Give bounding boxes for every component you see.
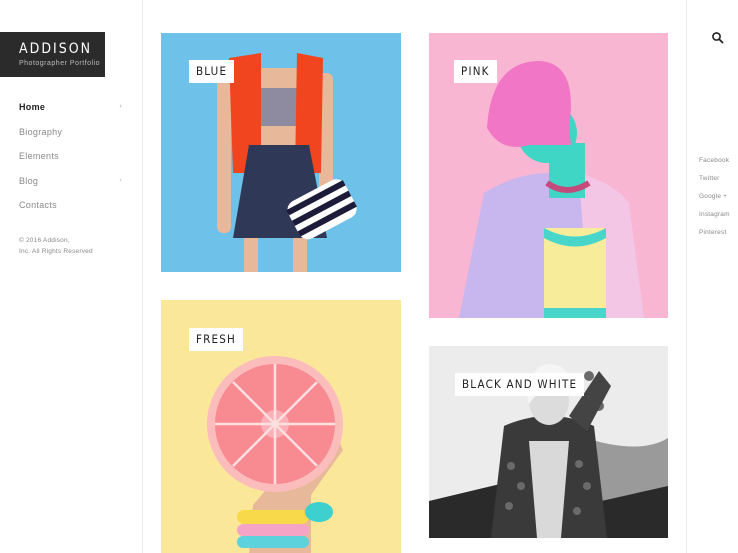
tile-label-pink: PINK xyxy=(454,60,497,83)
nav-item-label: Biography xyxy=(19,126,63,137)
copyright-line-1: © 2016 Addison, xyxy=(19,237,70,244)
social-link-instagram[interactable]: Instagram xyxy=(699,210,730,228)
logo-title: ADDISON xyxy=(19,41,93,57)
nav-item-label: Elements xyxy=(19,151,59,161)
copyright: © 2016 Addison, Inc. All Rights Reserved xyxy=(19,235,119,257)
gallery-tile-fresh[interactable]: FRESH xyxy=(161,300,401,553)
main-nav: Home › Biography Elements Blog › Contact… xyxy=(19,100,124,223)
social-link-pinterest[interactable]: Pinterest xyxy=(699,228,730,246)
right-sidebar: Facebook Twitter Google + Instagram Pint… xyxy=(686,0,738,553)
nav-item-label: Contacts xyxy=(19,200,57,210)
social-links: Facebook Twitter Google + Instagram Pint… xyxy=(699,156,730,246)
nav-item-elements[interactable]: Elements xyxy=(19,149,124,174)
site-logo[interactable]: ADDISON Photographer Portfolio xyxy=(0,32,105,77)
tile-label-fresh: FRESH xyxy=(189,328,244,351)
chevron-right-icon: › xyxy=(119,176,122,184)
nav-item-biography[interactable]: Biography xyxy=(19,125,124,150)
nav-item-contacts[interactable]: Contacts xyxy=(19,198,124,223)
nav-item-blog[interactable]: Blog › xyxy=(19,174,124,199)
logo-subtitle: Photographer Portfolio xyxy=(19,60,101,67)
gallery-tile-blue[interactable]: BLUE xyxy=(161,33,401,272)
tile-label-blue: BLUE xyxy=(189,60,235,83)
nav-item-label: Home xyxy=(19,102,46,112)
left-sidebar: ADDISON Photographer Portfolio Home › Bi… xyxy=(0,0,143,553)
search-icon[interactable] xyxy=(711,31,725,45)
chevron-right-icon: › xyxy=(119,103,122,110)
social-link-facebook[interactable]: Facebook xyxy=(699,156,730,174)
gallery-tile-pink[interactable]: PINK xyxy=(429,33,668,318)
gallery-tile-black-and-white[interactable]: BLACK AND WHITE xyxy=(429,346,668,538)
tile-label-black-and-white: BLACK AND WHITE xyxy=(455,373,585,396)
copyright-line-2: Inc. All Rights Reserved xyxy=(19,248,93,255)
nav-item-home[interactable]: Home › xyxy=(19,100,124,125)
nav-item-label: Blog xyxy=(19,175,39,186)
social-link-twitter[interactable]: Twitter xyxy=(699,174,730,192)
social-link-google-plus[interactable]: Google + xyxy=(699,192,730,210)
